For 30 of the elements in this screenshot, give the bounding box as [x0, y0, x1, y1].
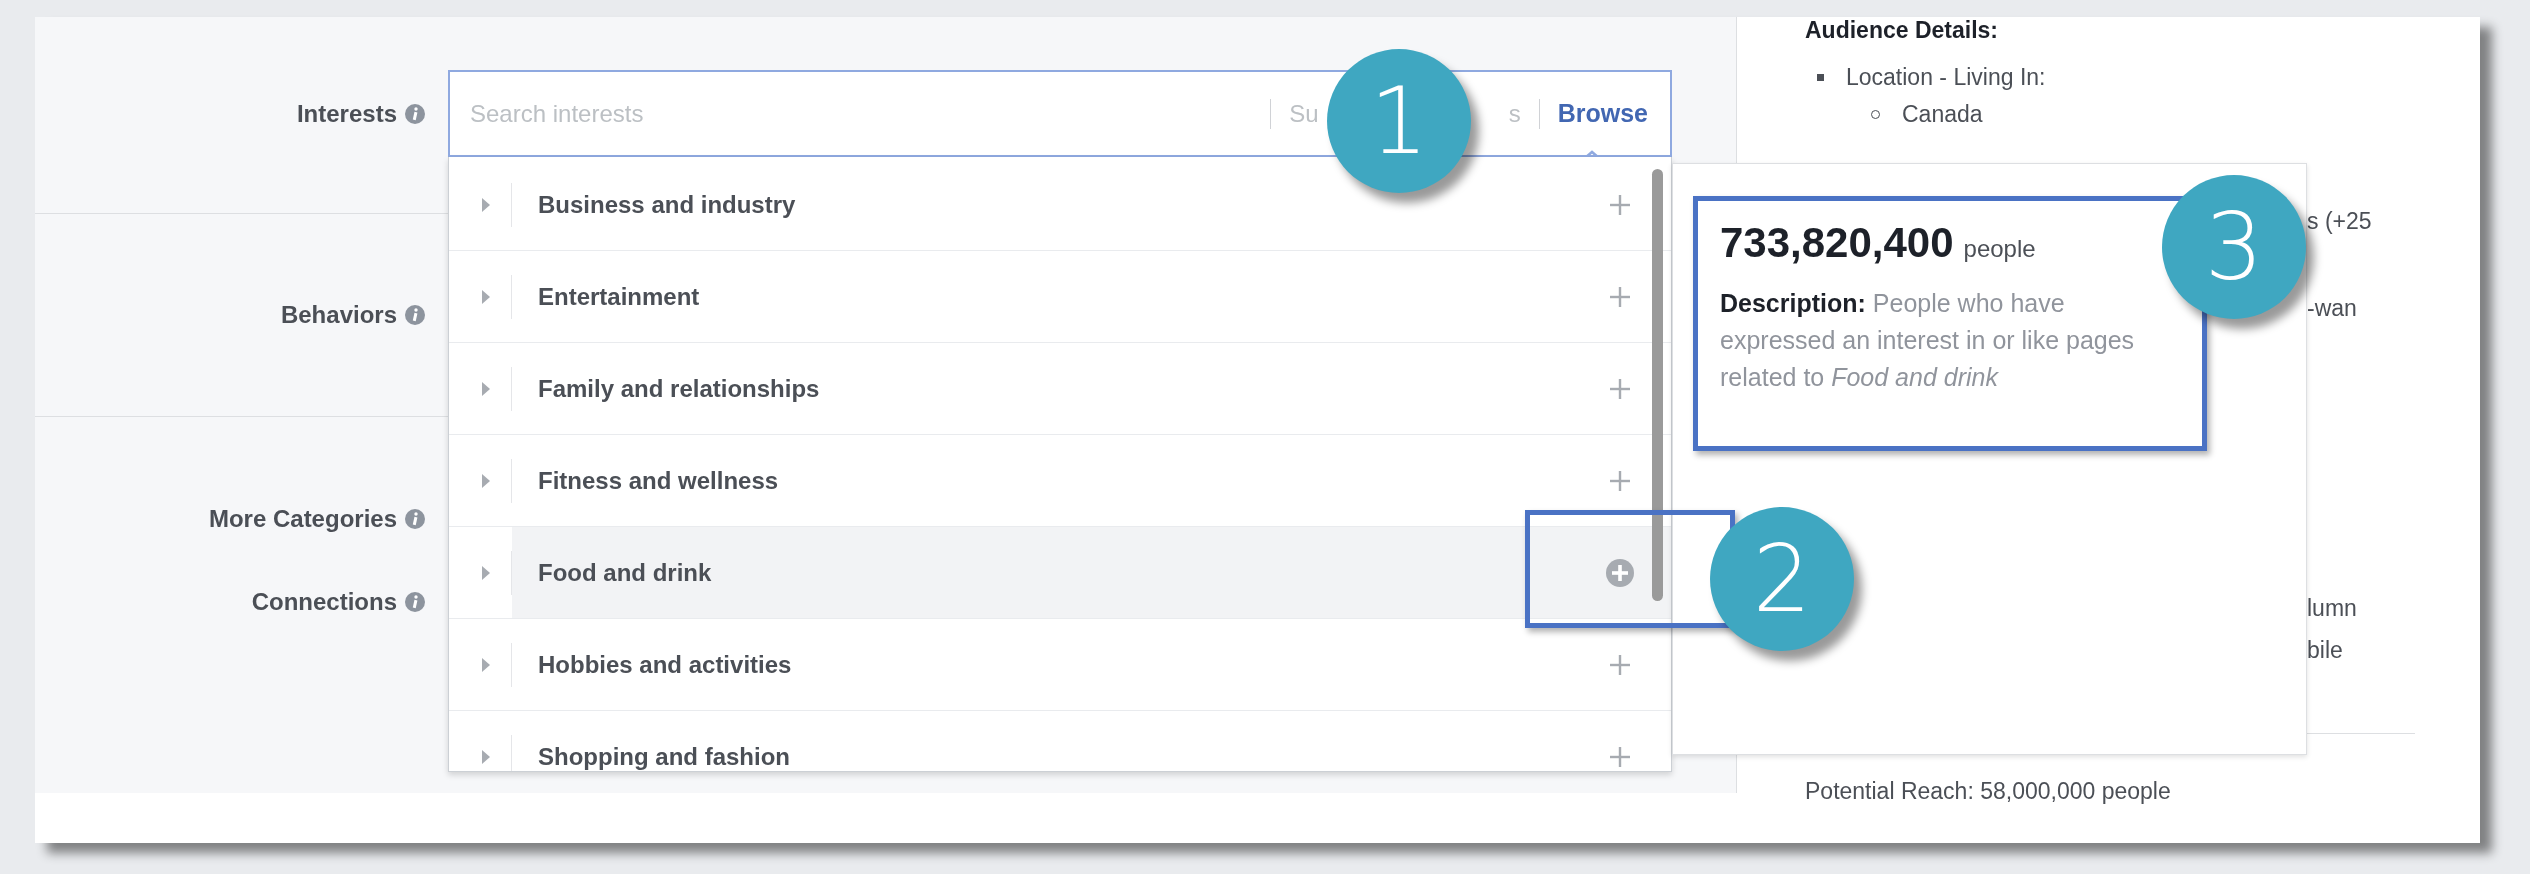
category-item[interactable]: Entertainment: [512, 251, 1671, 342]
audience-count: 733,820,400: [1720, 219, 1954, 266]
count-unit: people: [1963, 235, 2036, 262]
add-circle-icon[interactable]: [1605, 557, 1635, 588]
category-item[interactable]: Fitness and wellness: [512, 435, 1671, 526]
list-item: Canada: [1902, 101, 1983, 128]
list-item: s (+25: [2307, 208, 2372, 235]
info-icon[interactable]: [405, 305, 425, 325]
category-item[interactable]: Shopping and fashion: [512, 711, 1671, 771]
section-title: Audience Details:: [1805, 17, 1999, 44]
category-item[interactable]: Food and drink: [512, 527, 1671, 618]
info-icon[interactable]: [405, 103, 425, 124]
browse-tab[interactable]: Browse: [1557, 99, 1648, 128]
field-label: Behaviors: [280, 301, 397, 329]
scrollbar[interactable]: [1652, 169, 1663, 601]
category-item[interactable]: Family and relationships: [512, 343, 1671, 434]
field-label: Connections: [251, 588, 397, 616]
list-item: lumn: [2307, 595, 2357, 622]
info-icon[interactable]: [405, 592, 425, 612]
description: Description: People who have expressed an interest in or like pages related to Food and drink: [1720, 288, 2136, 393]
info-icon[interactable]: [405, 509, 425, 529]
potential-reach: Potential Reach: 58,000,000 people: [1805, 778, 2172, 805]
list-item: -wan: [2307, 295, 2357, 322]
list-item: bile: [2307, 637, 2343, 664]
list-item: Location - Living In:: [1846, 64, 2046, 91]
search-input[interactable]: Search interests: [468, 98, 1253, 129]
category-item[interactable]: Hobbies and activities: [512, 619, 1671, 710]
field-label: More Categories: [208, 505, 397, 533]
field-label: Interests: [296, 99, 397, 128]
bullet-icon: [1817, 74, 1824, 81]
